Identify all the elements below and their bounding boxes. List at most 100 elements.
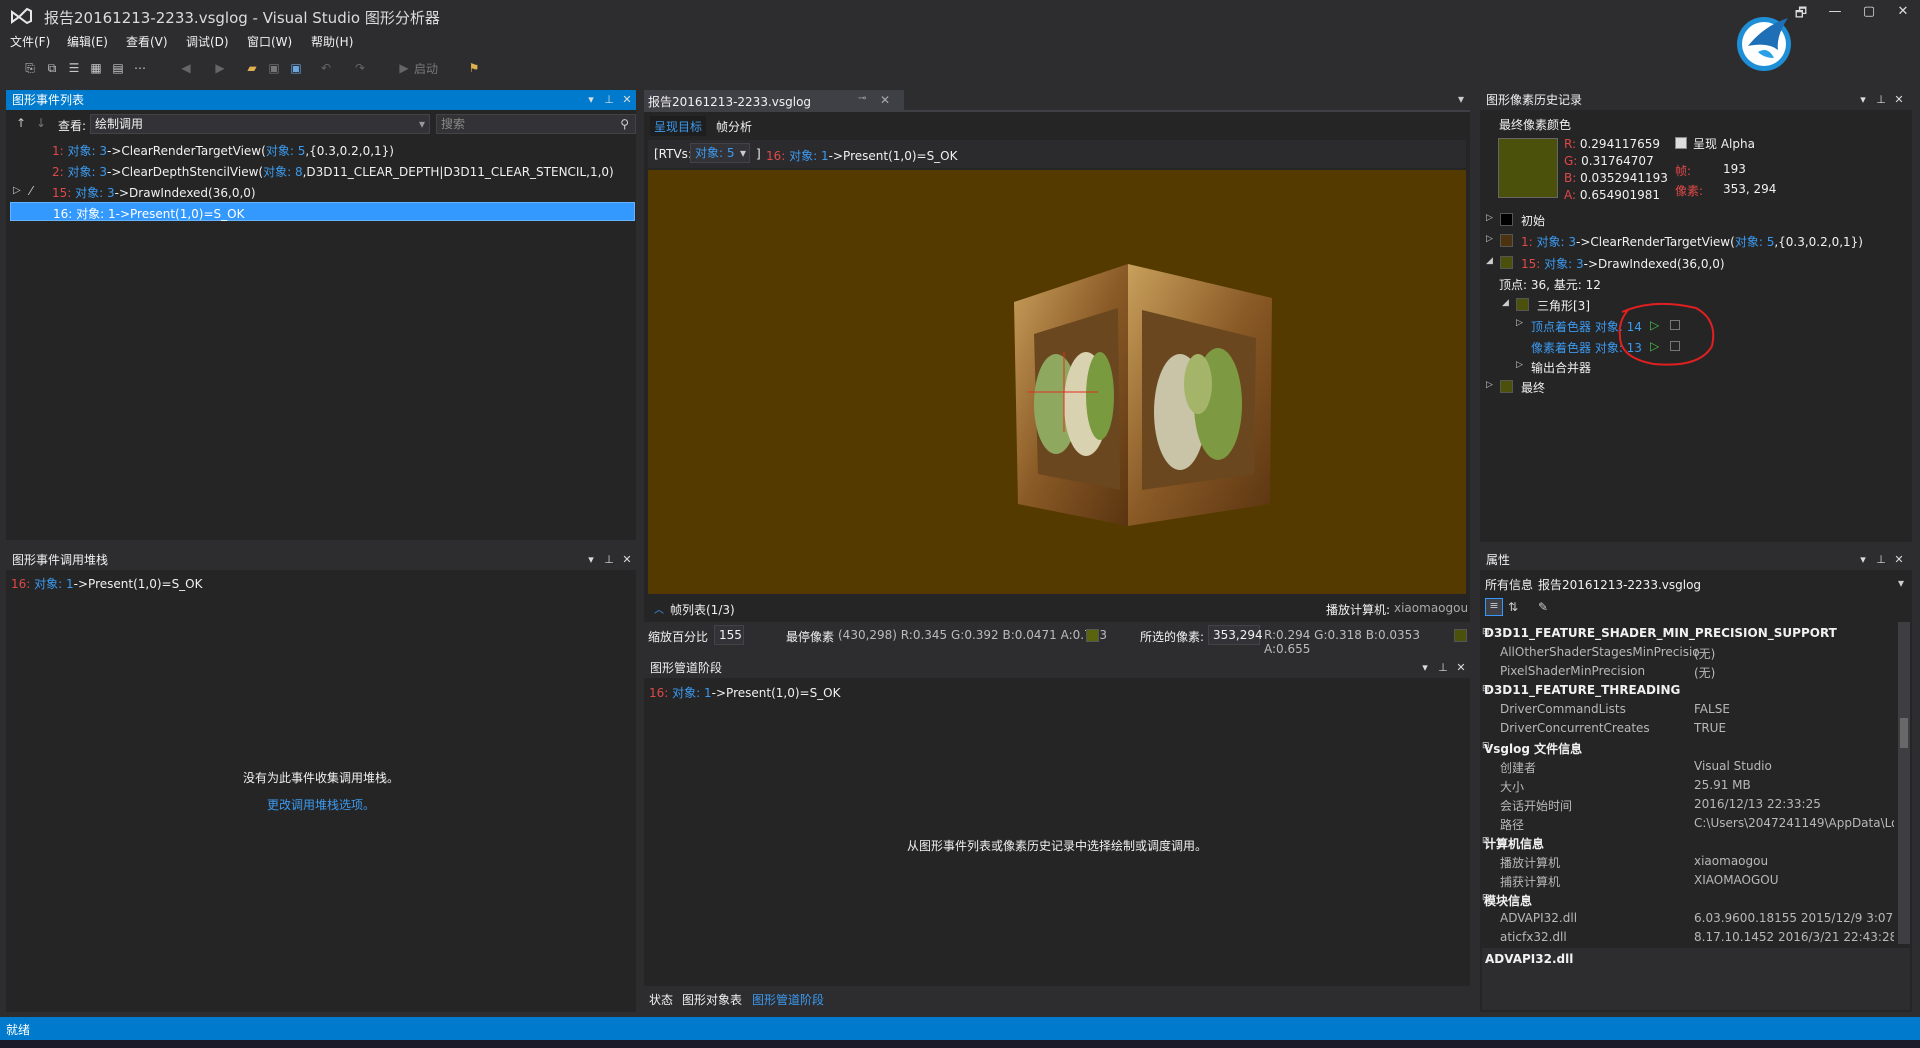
menu-window[interactable]: 窗口(W) xyxy=(247,33,292,50)
event-num: 2: xyxy=(52,165,64,179)
back-icon[interactable]: ◀ xyxy=(178,60,194,76)
subtab-frame-analysis[interactable]: 帧分析 xyxy=(712,116,756,136)
history-item-15[interactable]: 15: 对象: 3->DrawIndexed(36,0,0) xyxy=(1521,255,1725,272)
expand-icon[interactable]: ▷ xyxy=(1516,360,1526,370)
event-item-1[interactable]: 1: 对象: 3->ClearRenderTargetView(对象: 5,{0… xyxy=(52,142,394,159)
collapse-icon[interactable]: ◢ xyxy=(1502,298,1512,308)
pin-icon[interactable]: ⊥ xyxy=(1436,658,1450,678)
event-text: ->ClearRenderTargetView( xyxy=(107,144,266,158)
open-folder-icon[interactable]: ▰ xyxy=(244,60,260,76)
properties-scrollbar[interactable] xyxy=(1898,622,1910,944)
selected-pixel-coord[interactable]: 353,294 xyxy=(1208,625,1263,645)
pin-icon[interactable]: ⊥ xyxy=(1874,550,1888,570)
save-icon[interactable]: ▣ xyxy=(266,60,282,76)
list-icon[interactable]: ☰ xyxy=(66,60,82,76)
call-stack-entry[interactable]: 16: 对象: 1->Present(1,0)=S_OK xyxy=(11,575,203,592)
capture-icon[interactable]: ⎘ xyxy=(22,60,38,76)
document-tab[interactable]: 报告20161213-2233.vsglog ⊸ ✕ xyxy=(644,90,904,110)
tab-state[interactable]: 状态 xyxy=(649,991,673,1008)
expand-icon[interactable]: ▷ xyxy=(1486,213,1496,223)
expand-icon[interactable]: ▷ xyxy=(13,185,21,196)
close-icon[interactable]: ✕ xyxy=(1892,550,1906,570)
close-icon[interactable]: ✕ xyxy=(620,90,634,110)
tab-object-table[interactable]: 图形对象表 xyxy=(682,991,742,1008)
chevron-up-icon[interactable]: ︿ xyxy=(654,601,664,616)
menu-debug[interactable]: 调试(D) xyxy=(186,33,229,50)
redo-icon[interactable]: ↷ xyxy=(352,60,368,76)
restore-small-button[interactable]: 🗗 xyxy=(1788,4,1814,24)
expand-icon[interactable]: ▷ xyxy=(1516,318,1526,328)
search-input[interactable]: 搜索 ⚲ xyxy=(436,114,636,134)
properties-title-text: 属性 xyxy=(1486,553,1511,567)
arrow-up-icon[interactable]: ↑ xyxy=(16,116,26,130)
history-item-1[interactable]: 1: 对象: 3->ClearRenderTargetView(对象: 5,{0… xyxy=(1521,233,1863,250)
r-value: 0.294117659 xyxy=(1579,137,1661,151)
document-icon[interactable]: ▤ xyxy=(110,60,126,76)
entry-obj-id: 1 xyxy=(704,686,712,700)
maximize-button[interactable]: ▢ xyxy=(1856,4,1882,24)
call-stack-options-link[interactable]: 更改调用堆栈选项。 xyxy=(6,796,636,813)
menu-help[interactable]: 帮助(H) xyxy=(311,33,353,50)
rtv-select[interactable]: 对象: 5 ▾ xyxy=(690,143,750,163)
event-item-15[interactable]: 15: 对象: 3->DrawIndexed(36,0,0) xyxy=(52,184,256,201)
render-target-view[interactable] xyxy=(648,170,1466,594)
wrench-icon[interactable]: ✎ xyxy=(1538,600,1548,614)
expand-icon[interactable]: ▷ xyxy=(1486,234,1496,244)
menu-edit[interactable]: 编辑(E) xyxy=(67,33,108,50)
scrollbar-thumb[interactable] xyxy=(1900,718,1908,748)
overflow-icon[interactable]: ⋯ xyxy=(132,60,148,76)
dropdown-icon[interactable]: ▾ xyxy=(584,550,598,570)
sort-alpha-icon[interactable]: ⇅ xyxy=(1508,600,1518,614)
history-final[interactable]: 最终 xyxy=(1521,379,1545,396)
close-icon[interactable]: ✕ xyxy=(880,93,890,107)
close-icon[interactable]: ✕ xyxy=(1892,90,1906,110)
pin-icon[interactable]: ⊸ xyxy=(858,93,866,104)
frame-list-label[interactable]: 帧列表(1/3) xyxy=(670,601,735,618)
start-button-label[interactable]: 启动 xyxy=(414,60,438,77)
tab-pipeline-stages[interactable]: 图形管道阶段 xyxy=(752,991,824,1008)
dropdown-icon[interactable]: ▾ xyxy=(1856,90,1870,110)
view-select[interactable]: 绘制调用 ▾ xyxy=(90,114,430,134)
subtab-render-target[interactable]: 呈现目标 xyxy=(650,116,707,136)
save-all-icon[interactable]: ▣ xyxy=(288,60,304,76)
zoom-input[interactable]: 155 xyxy=(714,625,744,645)
pin-icon[interactable]: ⊥ xyxy=(602,550,616,570)
property-description: ADVAPI32.dll xyxy=(1482,948,1910,1010)
undo-icon[interactable]: ↶ xyxy=(318,60,334,76)
history-initial[interactable]: 初始 xyxy=(1521,212,1545,229)
menu-view[interactable]: 查看(V) xyxy=(126,33,168,50)
prop-key: ADVAPI32.dll xyxy=(1500,911,1578,925)
dropdown-icon[interactable]: ▾ xyxy=(584,90,598,110)
find-icon[interactable]: ⚑ xyxy=(466,60,482,76)
categorized-icon[interactable]: ≡ xyxy=(1485,598,1503,616)
chevron-down-icon[interactable]: ▾ xyxy=(1458,92,1464,106)
properties-object-selector[interactable]: 所有信息 报告20161213-2233.vsglog ▾ xyxy=(1482,572,1910,594)
dropdown-icon[interactable]: ▾ xyxy=(1418,658,1432,678)
expand-icon[interactable]: ▷ xyxy=(1486,380,1496,390)
item-id: 3 xyxy=(1568,235,1577,249)
table-icon[interactable]: ▦ xyxy=(88,60,104,76)
output-merger-label[interactable]: 输出合并器 xyxy=(1531,359,1591,376)
event-item-16-selected[interactable]: 16: 对象: 1->Present(1,0)=S_OK xyxy=(10,202,635,221)
start-icon[interactable]: ▶ xyxy=(396,60,412,76)
minimize-button[interactable]: — xyxy=(1822,4,1848,24)
pipeline-entry[interactable]: 16: 对象: 1->Present(1,0)=S_OK xyxy=(649,684,841,701)
triangle-label[interactable]: 三角形[3] xyxy=(1537,297,1590,314)
dropdown-icon[interactable]: ▾ xyxy=(1856,550,1870,570)
frames-icon[interactable]: ⧉ xyxy=(44,60,60,76)
pin-icon[interactable]: ⊥ xyxy=(602,90,616,110)
event-item-2[interactable]: 2: 对象: 3->ClearDepthStencilView(对象: 8,D3… xyxy=(52,163,614,180)
pin-icon[interactable]: ⊥ xyxy=(1874,90,1888,110)
event-num: 15: xyxy=(52,186,72,200)
menu-file[interactable]: 文件(F) xyxy=(10,33,50,50)
close-icon[interactable]: ✕ xyxy=(620,550,634,570)
final-color-swatch xyxy=(1498,138,1558,198)
close-icon[interactable]: ✕ xyxy=(1454,658,1468,678)
pipeline-message: 从图形事件列表或像素历史记录中选择绘制或调度调用。 xyxy=(906,839,1207,853)
item-text: ->ClearRenderTargetView( xyxy=(1576,235,1735,249)
collapse-icon[interactable]: ◢ xyxy=(1486,256,1496,266)
arrow-down-icon[interactable]: ↓ xyxy=(36,116,46,130)
forward-icon[interactable]: ▶ xyxy=(212,60,228,76)
alpha-checkbox[interactable] xyxy=(1675,137,1687,149)
close-button[interactable]: ✕ xyxy=(1890,4,1916,24)
